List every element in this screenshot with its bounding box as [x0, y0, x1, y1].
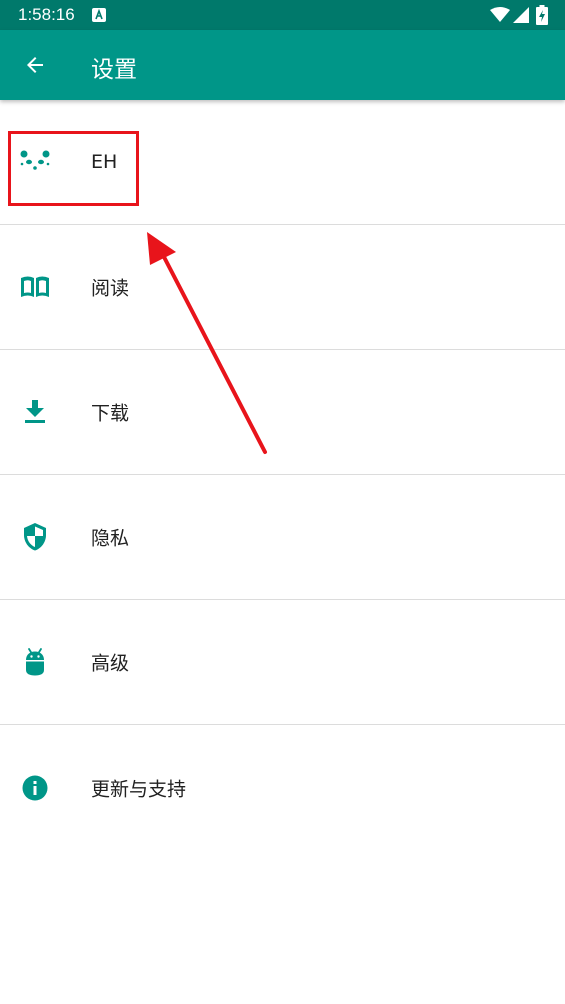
settings-item-label: EH [91, 151, 118, 173]
shield-icon [24, 523, 46, 551]
settings-item-label: 高级 [91, 652, 130, 675]
settings-item-update-support[interactable]: 更新与支持 [0, 725, 565, 850]
status-time: 1:58:16 [18, 5, 75, 24]
back-button[interactable] [14, 44, 56, 86]
settings-item-privacy[interactable]: 隐私 [0, 475, 565, 600]
settings-item-eh[interactable]: EH [0, 100, 565, 225]
settings-item-label: 阅读 [91, 277, 130, 300]
battery-charging-icon [536, 5, 548, 25]
settings-item-label: 下载 [91, 402, 130, 425]
android-icon [26, 648, 44, 676]
settings-item-download[interactable]: 下载 [0, 350, 565, 475]
info-icon [22, 775, 48, 800]
signal-icon [513, 7, 529, 23]
arrow-left-icon [27, 57, 43, 73]
a-icon [92, 8, 106, 22]
book-icon [21, 276, 49, 297]
settings-list: EH 阅读 下载 隐私 高级 更新与支持 [0, 100, 565, 850]
settings-item-label: 更新与支持 [91, 778, 187, 800]
panda-icon [20, 150, 50, 170]
app-bar: 设置 [0, 30, 565, 100]
settings-item-reading[interactable]: 阅读 [0, 225, 565, 350]
wifi-icon [490, 7, 510, 22]
download-icon [25, 400, 45, 423]
settings-item-label: 隐私 [91, 527, 130, 550]
page-title: 设置 [91, 57, 137, 83]
status-bar: 1:58:16 [0, 0, 565, 30]
settings-item-advanced[interactable]: 高级 [0, 600, 565, 725]
